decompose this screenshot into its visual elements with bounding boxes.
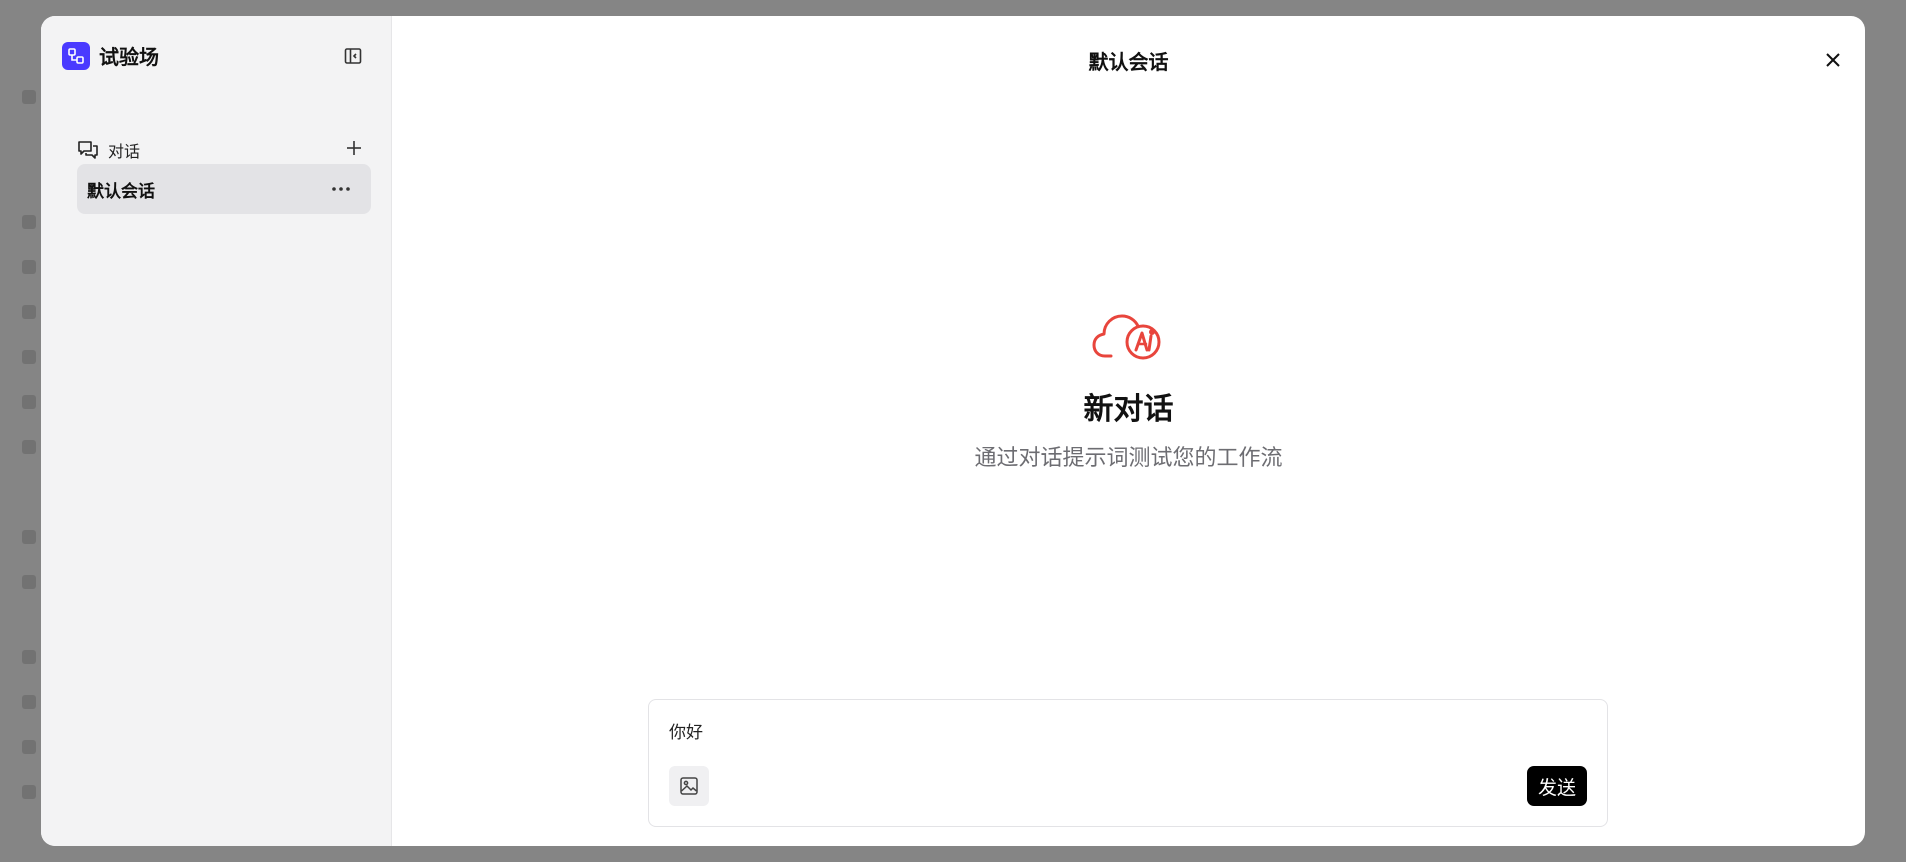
section-label-conversations: 对话 [108,142,141,161]
playground-modal: 试验场 对话 默认会话 默认会话 新对话 通过对话提示词测试您的工作流 你好 发… [41,16,1865,846]
sidebar-collapse-icon [344,48,362,64]
sidebar: 试验场 对话 默认会话 [41,16,392,846]
brand-title: 试验场 [99,45,159,69]
empty-state-subtitle: 通过对话提示词测试您的工作流 [974,446,1283,471]
cloud-logo-icon [1091,306,1167,362]
page-title: 默认会话 [1088,50,1169,74]
send-button[interactable]: 发送 [1527,766,1587,806]
message-input[interactable] [669,720,1569,740]
add-conversation-button[interactable] [340,134,368,162]
chat-main: 默认会话 新对话 通过对话提示词测试您的工作流 你好 发送 [392,16,1865,846]
upload-image-button[interactable] [669,766,709,806]
image-icon [680,777,698,795]
close-button[interactable] [1819,46,1847,74]
close-icon [1826,53,1840,67]
plus-icon [347,141,361,155]
sidebar-collapse-button[interactable] [341,44,365,68]
conversation-item[interactable]: 默认会话 [77,164,371,214]
empty-state: 新对话 通过对话提示词测试您的工作流 [392,306,1865,472]
conversation-item-label: 默认会话 [87,181,155,202]
empty-state-title: 新对话 [1083,392,1174,427]
brand: 试验场 [62,41,159,70]
more-options-button[interactable] [329,177,353,201]
workflow-icon [62,41,90,70]
message-composer: 发送 [648,699,1608,827]
chat-bubbles-icon [76,138,100,162]
more-horizontal-icon [332,187,350,191]
